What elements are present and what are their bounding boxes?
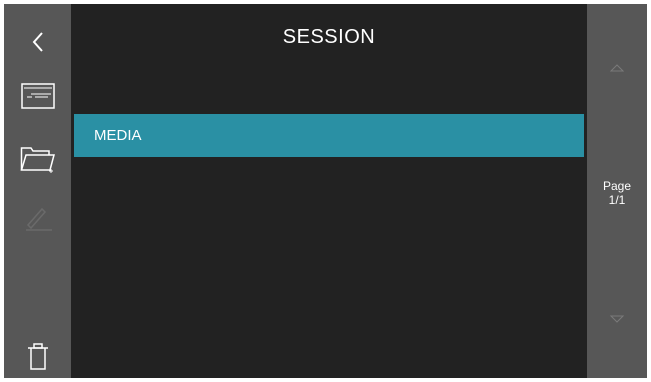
pencil-icon	[25, 207, 52, 231]
page-label: Page	[602, 179, 632, 193]
page-down-button[interactable]	[587, 315, 647, 325]
session-item-label: MEDIA	[94, 127, 142, 144]
card-icon	[20, 83, 55, 109]
session-card-button[interactable]	[4, 76, 71, 116]
triangle-up-icon	[610, 64, 624, 72]
left-toolbar	[4, 4, 71, 378]
session-screen: SESSION MEDIA Page 1/1	[4, 4, 647, 378]
new-folder-button[interactable]	[4, 138, 71, 178]
rename-button[interactable]	[4, 197, 71, 237]
delete-button[interactable]	[4, 338, 71, 374]
chevron-left-icon	[32, 32, 43, 52]
right-pager-bar: Page 1/1	[587, 4, 647, 378]
page-indicator: Page 1/1	[587, 179, 647, 207]
page-number: 1/1	[608, 193, 626, 207]
triangle-down-icon	[610, 315, 624, 323]
trash-icon	[27, 343, 48, 370]
session-list-item[interactable]: MEDIA	[74, 114, 584, 157]
page-title: SESSION	[282, 26, 376, 48]
folder-plus-icon	[19, 147, 55, 173]
page-up-button[interactable]	[587, 62, 647, 72]
back-button[interactable]	[4, 22, 71, 62]
